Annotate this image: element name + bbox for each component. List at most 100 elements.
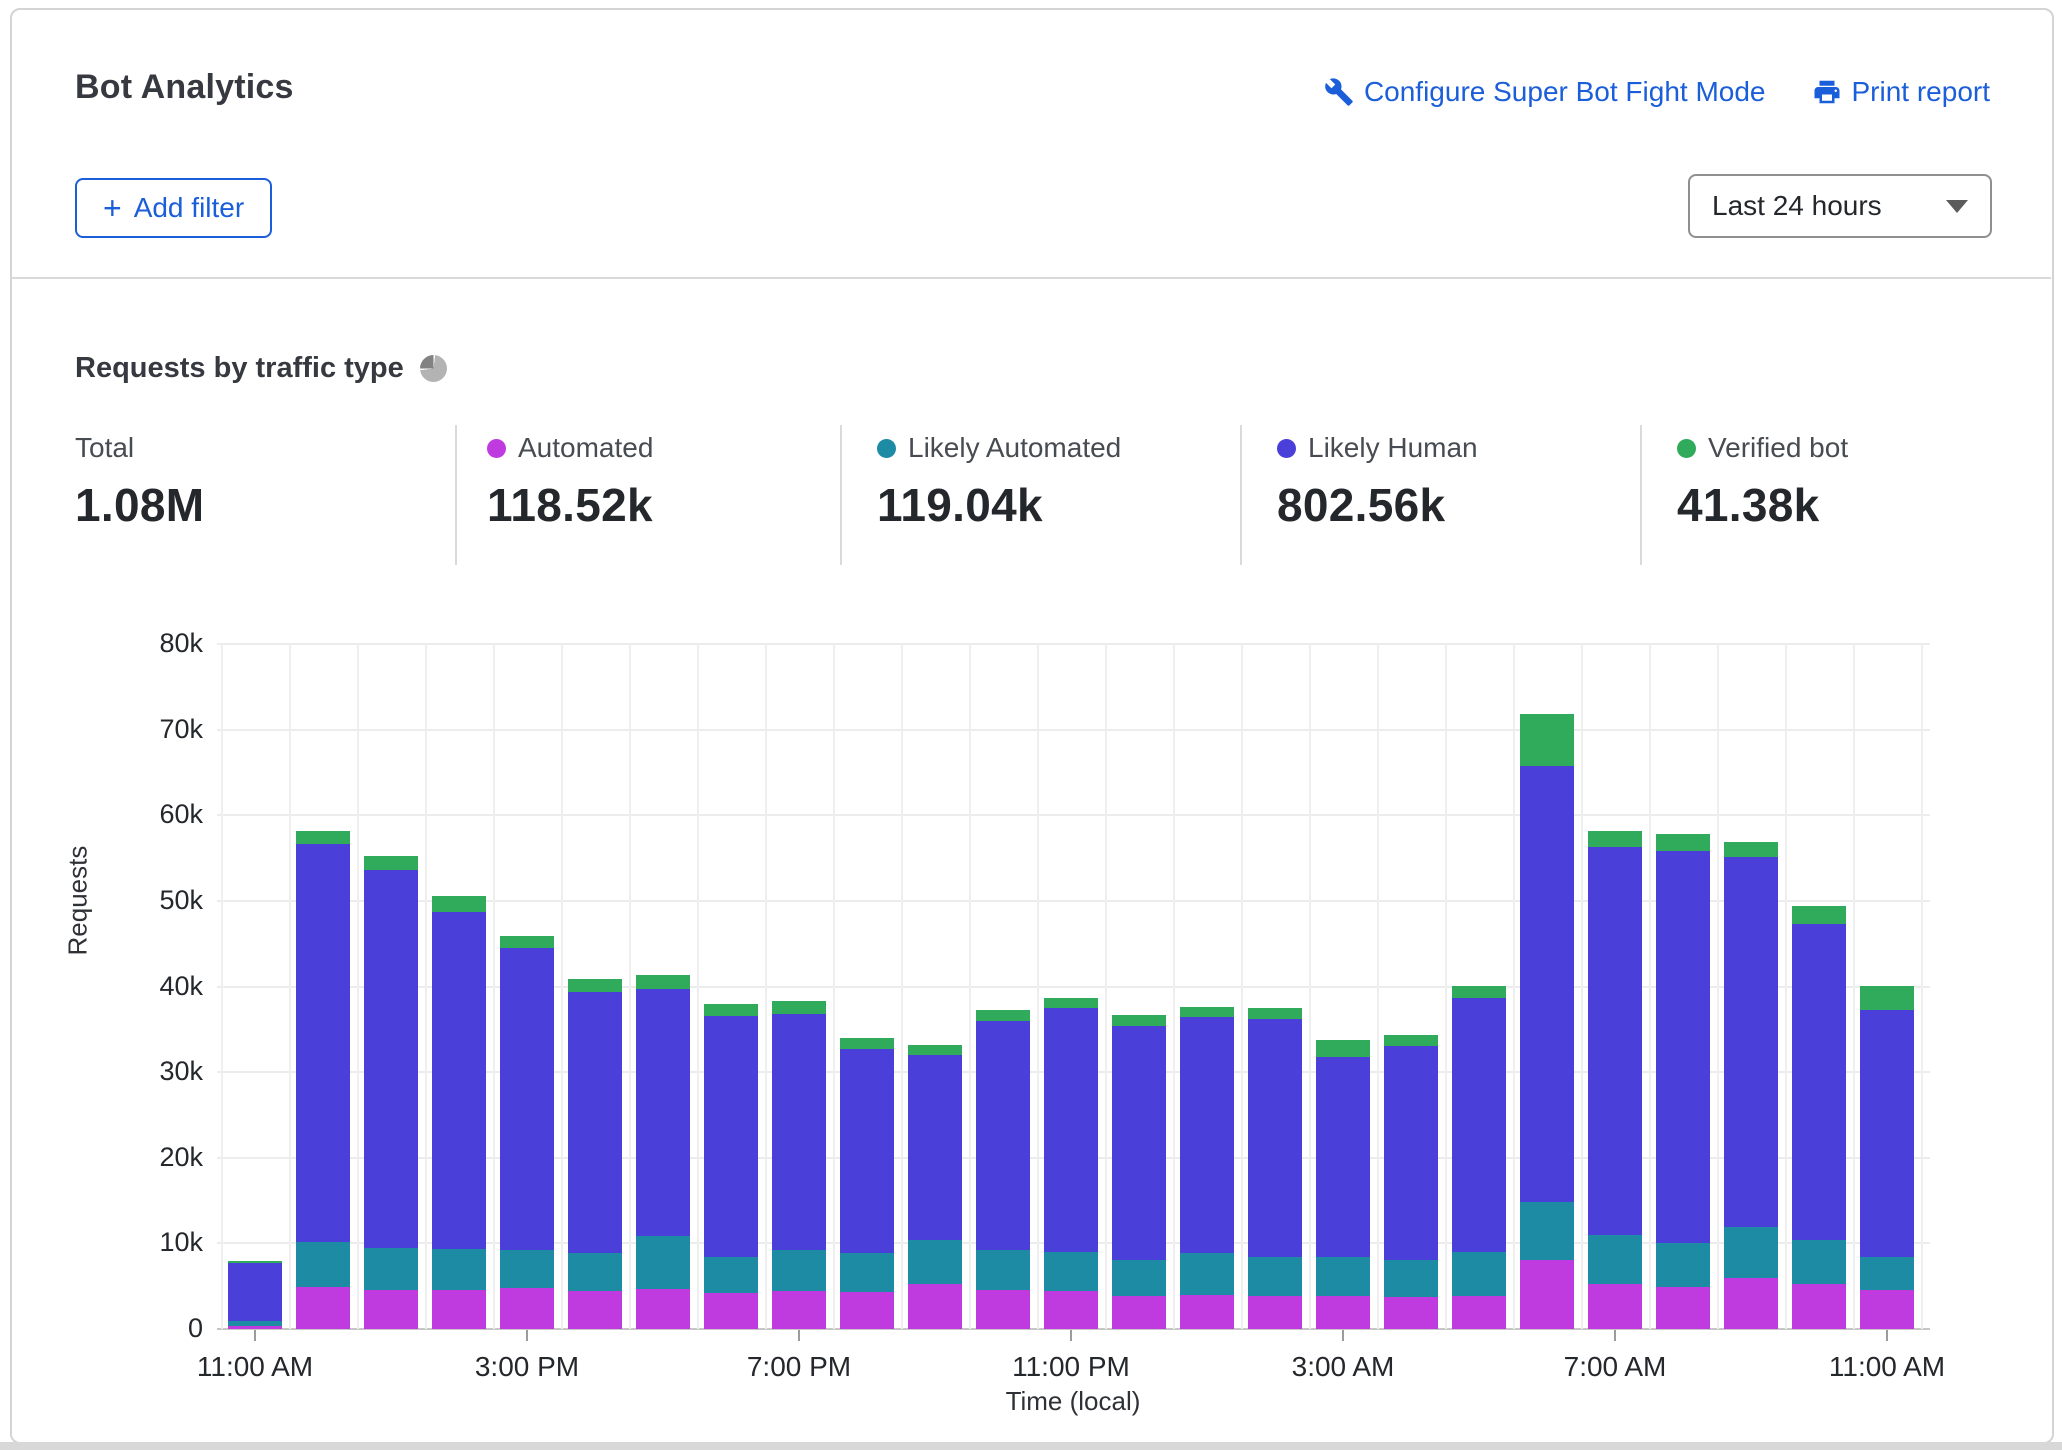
bar-segment-automated	[1112, 1296, 1166, 1329]
x-tick-label: 3:00 PM	[427, 1351, 627, 1383]
bar-segment-likely-automated	[1044, 1252, 1098, 1291]
stat-label: Automated	[518, 432, 653, 464]
bar-10-00-pm[interactable]	[976, 1010, 1030, 1329]
bar-8-00-am[interactable]	[1656, 834, 1710, 1329]
gridline-horizontal	[217, 643, 1930, 645]
bar-segment-verified-bot	[432, 896, 486, 912]
bar-segment-verified-bot	[228, 1261, 282, 1263]
bar-segment-likely-human	[1520, 766, 1574, 1203]
gridline-vertical	[833, 644, 835, 1329]
stat-divider	[455, 425, 457, 565]
stat-divider	[1640, 425, 1642, 565]
bar-segment-likely-human	[228, 1263, 282, 1321]
bar-segment-verified-bot	[840, 1038, 894, 1049]
x-tick-label: 11:00 AM	[155, 1351, 355, 1383]
bar-segment-automated	[500, 1288, 554, 1329]
gridline-vertical	[1581, 644, 1583, 1329]
y-axis-title: Requests	[63, 916, 94, 956]
bar-segment-automated	[1588, 1284, 1642, 1329]
bar-segment-likely-human	[1656, 851, 1710, 1242]
pie-chart-icon	[420, 355, 447, 382]
bar-segment-likely-human	[772, 1014, 826, 1250]
stat-divider	[840, 425, 842, 565]
bar-11-00-pm[interactable]	[1044, 998, 1098, 1329]
y-tick-label: 20k	[83, 1142, 203, 1173]
bar-segment-likely-automated	[908, 1240, 962, 1284]
bar-12-00-am[interactable]	[1112, 1015, 1166, 1329]
bar-segment-automated	[636, 1289, 690, 1329]
bar-4-00-pm[interactable]	[568, 979, 622, 1329]
gridline-horizontal	[217, 814, 1930, 816]
legend-dot	[1677, 439, 1696, 458]
bar-4-00-am[interactable]	[1384, 1035, 1438, 1329]
bar-segment-automated	[1316, 1296, 1370, 1329]
bar-segment-automated	[1724, 1278, 1778, 1329]
bar-segment-automated	[568, 1291, 622, 1329]
bar-segment-verified-bot	[568, 979, 622, 993]
bar-segment-likely-human	[1044, 1008, 1098, 1252]
bar-segment-likely-automated	[500, 1250, 554, 1288]
bar-3-00-am[interactable]	[1316, 1040, 1370, 1329]
y-tick-label: 40k	[83, 971, 203, 1002]
stat-automated: Automated118.52k	[487, 432, 653, 532]
bar-8-00-pm[interactable]	[840, 1038, 894, 1329]
bar-10-00-am[interactable]	[1792, 906, 1846, 1329]
bar-5-00-am[interactable]	[1452, 986, 1506, 1329]
bar-segment-verified-bot	[1656, 834, 1710, 851]
bar-segment-likely-human	[636, 989, 690, 1236]
bar-segment-verified-bot	[636, 975, 690, 990]
stat-value: 802.56k	[1277, 478, 1478, 532]
bar-9-00-pm[interactable]	[908, 1045, 962, 1329]
bot-analytics-page: Bot Analytics Configure Super Bot Fight …	[0, 0, 2062, 1450]
page-title: Bot Analytics	[75, 68, 294, 107]
bar-segment-verified-bot	[704, 1004, 758, 1016]
bar-2-00-pm[interactable]	[432, 896, 486, 1329]
configure-super-bot-fight-mode-link[interactable]: Configure Super Bot Fight Mode	[1324, 76, 1766, 108]
bar-segment-verified-bot	[1384, 1035, 1438, 1046]
bar-3-00-pm[interactable]	[500, 936, 554, 1329]
gridline-vertical	[1785, 644, 1787, 1329]
bar-segment-automated	[1452, 1296, 1506, 1329]
bar-segment-likely-automated	[1588, 1235, 1642, 1284]
bar-6-00-am[interactable]	[1520, 714, 1574, 1329]
bar-11-00-am[interactable]	[1860, 986, 1914, 1329]
bar-segment-verified-bot	[772, 1001, 826, 1014]
stat-total: Total1.08M	[75, 432, 204, 532]
header-links: Configure Super Bot Fight Mode Print rep…	[1324, 76, 1990, 108]
bar-segment-automated	[296, 1287, 350, 1329]
bar-12-00-pm[interactable]	[296, 831, 350, 1329]
print-report-link[interactable]: Print report	[1812, 76, 1991, 108]
bar-segment-automated	[1792, 1284, 1846, 1329]
bar-7-00-am[interactable]	[1588, 831, 1642, 1329]
bar-segment-likely-automated	[1248, 1257, 1302, 1296]
x-tick	[1070, 1330, 1072, 1341]
bar-1-00-am[interactable]	[1180, 1007, 1234, 1329]
x-tick	[526, 1330, 528, 1341]
bar-segment-automated	[1384, 1297, 1438, 1329]
bar-6-00-pm[interactable]	[704, 1004, 758, 1329]
bar-1-00-pm[interactable]	[364, 855, 418, 1329]
bar-9-00-am[interactable]	[1724, 842, 1778, 1329]
gridline-vertical	[1105, 644, 1107, 1329]
bar-segment-likely-automated	[1180, 1253, 1234, 1295]
bar-11-00-am[interactable]	[228, 1261, 282, 1329]
bar-segment-likely-automated	[772, 1250, 826, 1291]
gridline-vertical	[1309, 644, 1311, 1329]
bar-7-00-pm[interactable]	[772, 1001, 826, 1329]
bar-segment-likely-automated	[1384, 1260, 1438, 1298]
bar-2-00-am[interactable]	[1248, 1008, 1302, 1329]
legend-dot	[1277, 439, 1296, 458]
bar-segment-likely-human	[432, 912, 486, 1249]
bar-segment-likely-automated	[1316, 1257, 1370, 1296]
configure-link-label: Configure Super Bot Fight Mode	[1364, 76, 1766, 108]
x-tick	[1886, 1330, 1888, 1341]
add-filter-button[interactable]: + Add filter	[75, 178, 272, 238]
bar-5-00-pm[interactable]	[636, 975, 690, 1329]
bar-segment-likely-automated	[568, 1253, 622, 1292]
time-range-dropdown[interactable]: Last 24 hours	[1688, 174, 1992, 238]
y-tick-label: 70k	[83, 714, 203, 745]
stat-label: Verified bot	[1708, 432, 1848, 464]
bar-segment-automated	[704, 1293, 758, 1329]
y-tick-label: 30k	[83, 1056, 203, 1087]
time-range-value: Last 24 hours	[1712, 190, 1882, 222]
